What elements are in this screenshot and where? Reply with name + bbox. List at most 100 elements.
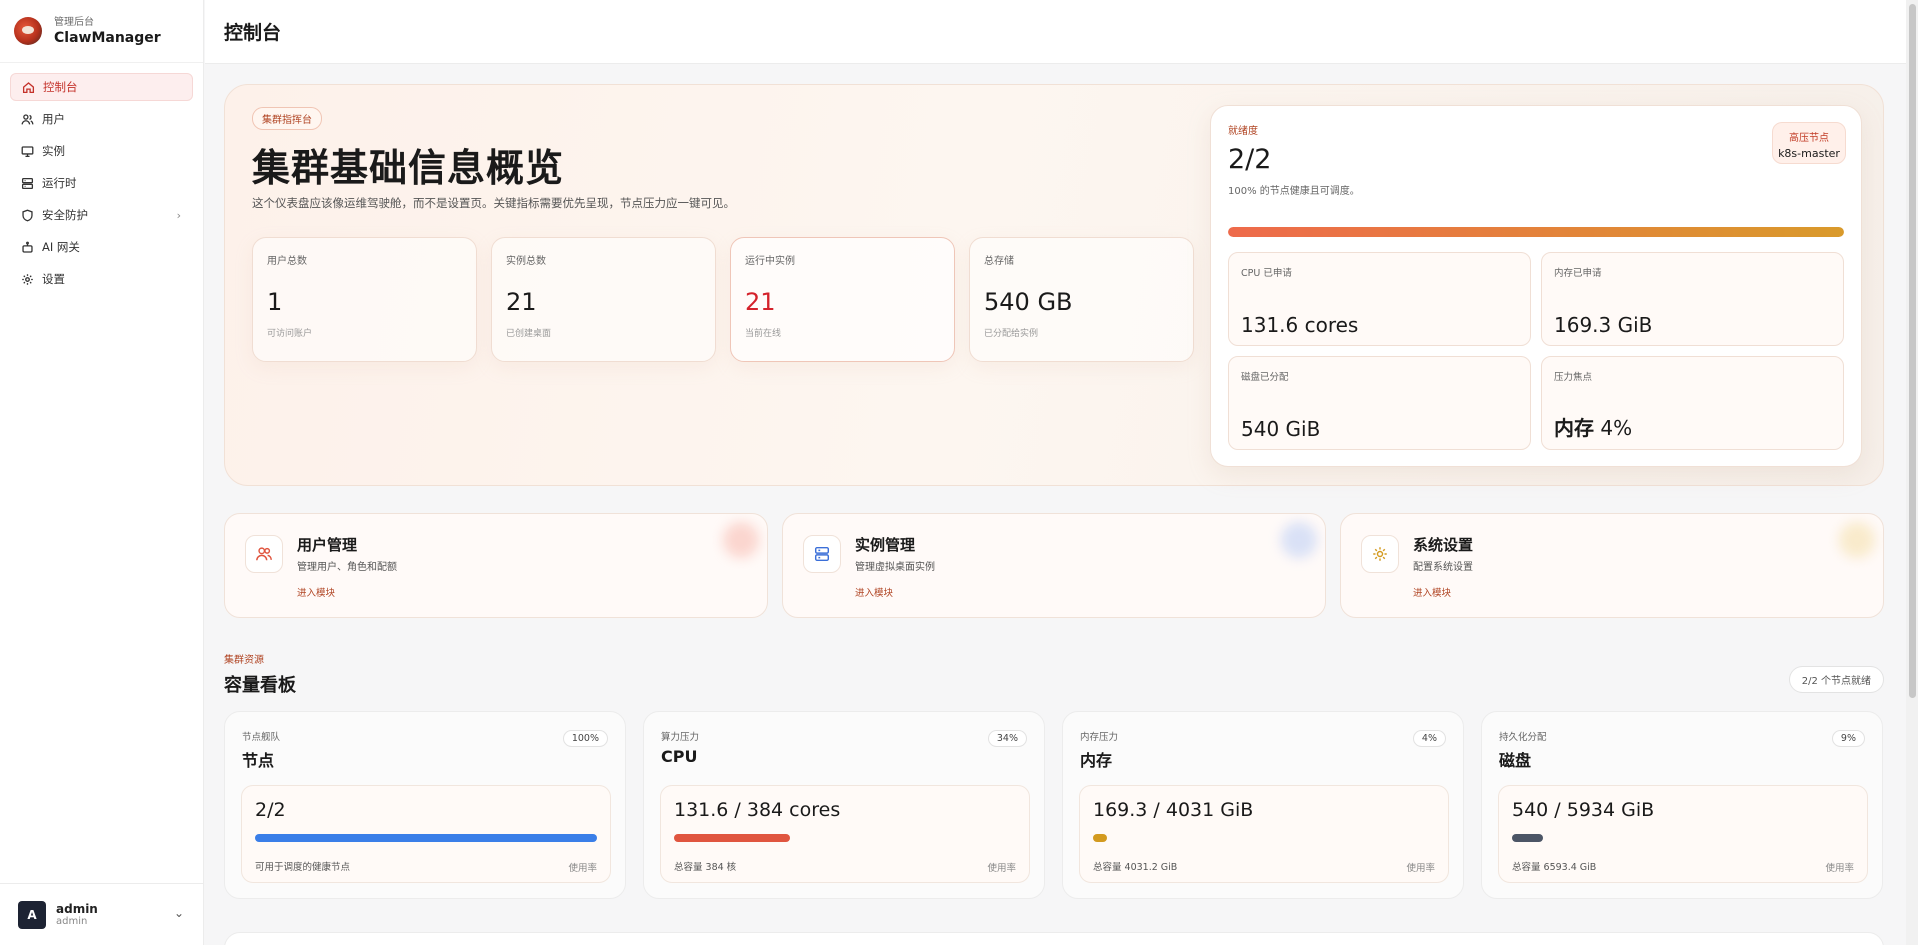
capacity-card-disk: 持久化分配 磁盘 9% 540 / 5934 GiB 总容量 6593.4 Gi… bbox=[1481, 711, 1883, 899]
module-card-users[interactable]: 用户管理 管理用户、角色和配额 进入模块 bbox=[224, 513, 768, 618]
capacity-bar bbox=[1512, 834, 1854, 842]
stat-label: 运行中实例 bbox=[745, 256, 795, 267]
gear-icon bbox=[1361, 535, 1399, 573]
capacity-name: 节点 bbox=[242, 751, 275, 770]
capacity-detail: 2/2 可用于调度的健康节点 使用率 bbox=[241, 785, 611, 883]
sidebar-item-instances[interactable]: 实例 bbox=[10, 137, 193, 165]
capacity-footnote: 总容量 6593.4 GiB bbox=[1512, 862, 1597, 873]
brand-title: ClawManager bbox=[54, 29, 161, 46]
sidebar-item-label: 设置 bbox=[42, 272, 65, 286]
stat-label: 用户总数 bbox=[267, 256, 307, 267]
metric-memory-requested: 内存已申请 169.3 GiB bbox=[1541, 252, 1844, 346]
stat-sub: 已分配给实例 bbox=[984, 329, 1039, 339]
server-icon bbox=[803, 535, 841, 573]
capacity-kicker: 集群资源 bbox=[224, 655, 264, 666]
stat-value: 540 GB bbox=[984, 288, 1073, 316]
stat-value: 1 bbox=[267, 288, 283, 316]
module-title: 系统设置 bbox=[1413, 536, 1474, 554]
scrollbar-thumb[interactable] bbox=[1909, 4, 1916, 698]
stat-card-instances: 实例总数 21 已创建桌面 bbox=[491, 237, 716, 362]
capacity-label: 持久化分配 bbox=[1499, 732, 1547, 743]
metric-value-rest: 4% bbox=[1594, 416, 1633, 440]
capacity-footnote: 总容量 4031.2 GiB bbox=[1093, 862, 1178, 873]
capacity-footnote: 总容量 384 核 bbox=[674, 862, 737, 873]
capacity-name: 内存 bbox=[1080, 751, 1113, 770]
metric-label: CPU 已申请 bbox=[1241, 268, 1292, 279]
usage-label: 使用率 bbox=[1825, 863, 1854, 874]
stat-card-running: 运行中实例 21 当前在线 bbox=[730, 237, 955, 362]
readiness-card: 就绪度 2/2 100% 的节点健康且可调度。 高压节点 k8s-master … bbox=[1210, 105, 1862, 467]
metric-value: 131.6 cores bbox=[1241, 313, 1359, 337]
sidebar-item-dashboard[interactable]: 控制台 bbox=[10, 73, 193, 101]
capacity-detail: 169.3 / 4031 GiB 总容量 4031.2 GiB 使用率 bbox=[1079, 785, 1449, 883]
capacity-footnote: 可用于调度的健康节点 bbox=[255, 862, 351, 873]
metric-value-bold: 内存 bbox=[1554, 416, 1594, 440]
metric-grid: CPU 已申请 131.6 cores 内存已申请 169.3 GiB 磁盘已分… bbox=[1228, 252, 1844, 450]
sidebar-item-label: 运行时 bbox=[42, 176, 77, 190]
sidebar-item-label: 实例 bbox=[42, 144, 65, 158]
readiness-value: 2/2 bbox=[1228, 144, 1272, 175]
brand[interactable]: 管理后台 ClawManager bbox=[0, 0, 203, 63]
stat-value: 21 bbox=[745, 288, 776, 316]
hero-tag: 集群指挥台 bbox=[252, 107, 322, 130]
sidebar-item-users[interactable]: 用户 bbox=[10, 105, 193, 133]
page-title: 控制台 bbox=[224, 22, 282, 44]
stat-label: 总存储 bbox=[984, 256, 1014, 267]
module-card-settings[interactable]: 系统设置 配置系统设置 进入模块 bbox=[1340, 513, 1884, 618]
chevron-down-icon[interactable]: ⌄ bbox=[174, 906, 184, 920]
stat-card-storage: 总存储 540 GB 已分配给实例 bbox=[969, 237, 1194, 362]
module-glow bbox=[723, 522, 759, 558]
users-icon bbox=[20, 112, 34, 126]
capacity-detail: 540 / 5934 GiB 总容量 6593.4 GiB 使用率 bbox=[1498, 785, 1868, 883]
enter-module-link[interactable]: 进入模块 bbox=[855, 585, 893, 599]
metric-value: 540 GiB bbox=[1241, 417, 1321, 441]
metric-pressure-focus: 压力焦点 内存 4% bbox=[1541, 356, 1844, 450]
stats-row: 用户总数 1 可访问账户 实例总数 21 已创建桌面 运行中实例 21 当前在线… bbox=[252, 237, 1194, 362]
capacity-name: 磁盘 bbox=[1499, 751, 1532, 770]
sidebar-item-settings[interactable]: 设置 bbox=[10, 265, 193, 293]
sidebar-item-security[interactable]: 安全防护 › bbox=[10, 201, 193, 229]
usage-label: 使用率 bbox=[1406, 863, 1435, 874]
sidebar-item-ai-gateway[interactable]: AI 网关 bbox=[10, 233, 193, 261]
capacity-card-memory: 内存压力 内存 4% 169.3 / 4031 GiB 总容量 4031.2 G… bbox=[1062, 711, 1464, 899]
enter-module-link[interactable]: 进入模块 bbox=[297, 585, 335, 599]
stat-value: 21 bbox=[506, 288, 537, 316]
metric-value: 内存 4% bbox=[1554, 412, 1632, 441]
metric-disk-allocated: 磁盘已分配 540 GiB bbox=[1228, 356, 1531, 450]
logo bbox=[14, 17, 42, 45]
user-name: admin bbox=[56, 902, 98, 916]
user-role: admin bbox=[56, 916, 88, 927]
capacity-name: CPU bbox=[661, 747, 698, 766]
module-description: 管理虚拟桌面实例 bbox=[855, 562, 935, 573]
module-cards: 用户管理 管理用户、角色和配额 进入模块 实例管理 管理虚拟桌面实例 进入模块 … bbox=[224, 513, 1884, 618]
readiness-label: 就绪度 bbox=[1228, 126, 1258, 137]
module-card-instances[interactable]: 实例管理 管理虚拟桌面实例 进入模块 bbox=[782, 513, 1326, 618]
sidebar: 管理后台 ClawManager 控制台 用户 实例 运行时 安全防护 › AI… bbox=[0, 0, 204, 945]
enter-module-link[interactable]: 进入模块 bbox=[1413, 585, 1451, 599]
metric-label: 磁盘已分配 bbox=[1241, 372, 1289, 383]
readiness-progress-fill bbox=[1228, 227, 1844, 237]
nodes-ready-badge: 2/2 个节点就绪 bbox=[1788, 666, 1884, 693]
capacity-label: 节点舰队 bbox=[242, 732, 281, 743]
page-scrollbar[interactable] bbox=[1906, 0, 1918, 945]
metric-cpu-requested: CPU 已申请 131.6 cores bbox=[1228, 252, 1531, 346]
module-glow bbox=[1281, 522, 1317, 558]
brand-subtitle: 管理后台 bbox=[54, 16, 94, 28]
capacity-percent-badge: 100% bbox=[562, 730, 608, 747]
module-title: 用户管理 bbox=[297, 536, 358, 554]
sidebar-item-runtime[interactable]: 运行时 bbox=[10, 169, 193, 197]
home-icon bbox=[21, 80, 35, 94]
capacity-label: 算力压力 bbox=[661, 732, 700, 743]
sidebar-item-label: AI 网关 bbox=[42, 240, 80, 254]
capacity-bar bbox=[674, 834, 1016, 842]
node-badge-label: 高压节点 bbox=[1789, 133, 1829, 144]
user-menu[interactable]: A admin admin ⌄ bbox=[0, 883, 204, 945]
stat-label: 实例总数 bbox=[506, 256, 546, 267]
stat-sub: 已创建桌面 bbox=[506, 329, 552, 339]
readiness-progress-bar bbox=[1228, 227, 1844, 237]
module-description: 管理用户、角色和配额 bbox=[297, 562, 397, 573]
page-header: 控制台 bbox=[205, 0, 1906, 64]
hero-panel: 集群指挥台 集群基础信息概览 这个仪表盘应该像运维驾驶舱，而不是设置页。关键指标… bbox=[224, 84, 1884, 486]
usage-label: 使用率 bbox=[568, 863, 597, 874]
users-icon bbox=[245, 535, 283, 573]
